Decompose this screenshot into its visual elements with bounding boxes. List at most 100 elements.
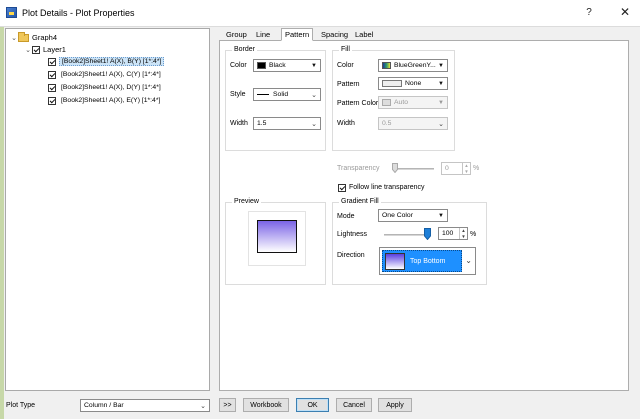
tree-plot-item[interactable]: [Book2]Sheet1! A(X), C(Y) [1*:4*] <box>48 69 163 80</box>
fill-color-dropdown[interactable]: BlueGreenY... ▼ <box>378 59 448 72</box>
tree-plot-item[interactable]: [Book2]Sheet1! A(X), B(Y) [1*:4*] <box>48 56 165 67</box>
border-width-value: 1.5 <box>257 120 267 127</box>
border-color-label: Color <box>230 62 247 69</box>
lightness-spinbox[interactable]: 100 ▲ ▼ <box>438 227 468 240</box>
fill-width-label: Width <box>337 120 355 127</box>
direction-label: Direction <box>337 252 365 259</box>
transparency-spinbox[interactable]: 0 ▲ ▼ <box>441 162 471 175</box>
apply-button[interactable]: Apply <box>378 398 412 412</box>
chevron-down-icon: ⌄ <box>311 121 317 128</box>
plot-item-label: [Book2]Sheet1! A(X), D(Y) [1*:4*] <box>61 84 161 91</box>
lightness-unit: % <box>470 231 477 238</box>
border-group-title: Border <box>232 46 258 53</box>
transparency-slider-thumb[interactable] <box>392 163 398 173</box>
title-bar: Plot Details - Plot Properties ? ✕ <box>0 0 640 27</box>
spin-arrows-icon[interactable]: ▲ ▼ <box>462 163 470 174</box>
plot-checkbox[interactable] <box>48 70 56 79</box>
expand-chevron-icon[interactable]: ⌄ <box>10 34 18 42</box>
fill-width-dropdown[interactable]: 0.5 ⌄ <box>378 117 448 130</box>
chevron-down-icon: ⌄ <box>200 403 206 410</box>
direction-dropdown[interactable]: Top Bottom ⌄ <box>379 247 476 275</box>
gradient-fill-title: Gradient Fill <box>339 198 381 205</box>
direction-selected-item: Top Bottom <box>382 250 462 272</box>
border-style-value: Solid <box>273 91 289 98</box>
transparency-slider[interactable] <box>392 168 434 170</box>
folder-icon <box>18 31 29 42</box>
color-swatch-icon <box>382 99 391 106</box>
fill-pattern-value: None <box>405 80 422 87</box>
pattern-color-dropdown[interactable]: Auto ▼ <box>378 96 448 109</box>
layer-checkbox[interactable] <box>32 45 40 54</box>
chevron-down-icon: ⌄ <box>465 256 472 265</box>
app-icon <box>6 7 17 18</box>
plot-item-label: [Book2]Sheet1! A(X), C(Y) [1*:4*] <box>61 71 161 78</box>
border-color-value: Black <box>269 62 286 69</box>
dropdown-arrow-icon: ▼ <box>438 81 444 87</box>
collapse-button[interactable]: >> <box>219 398 236 412</box>
chevron-down-icon: ⌄ <box>438 121 444 128</box>
border-style-label: Style <box>230 91 246 98</box>
help-button[interactable]: ? <box>583 7 595 18</box>
plot-item-label: [Book2]Sheet1! A(X), E(Y) [1*:4*] <box>61 97 161 104</box>
pattern-color-value: Auto <box>394 99 408 106</box>
tree-node-graph[interactable]: ⌄ Graph4 <box>10 31 58 43</box>
plot-tree[interactable]: ⌄ Graph4 ⌄ Layer1 [Book2]Sheet1! A(X), B… <box>5 28 210 391</box>
fill-pattern-label: Pattern <box>337 81 360 88</box>
follow-transparency-checkbox[interactable] <box>338 183 346 192</box>
lightness-label: Lightness <box>337 231 367 238</box>
plot-item-label: [Book2]Sheet1! A(X), B(Y) [1*:4*] <box>59 57 165 66</box>
colormap-swatch-icon <box>382 62 391 69</box>
pattern-swatch-icon <box>382 80 402 87</box>
tree-plot-item[interactable]: [Book2]Sheet1! A(X), D(Y) [1*:4*] <box>48 82 163 93</box>
cancel-button[interactable]: Cancel <box>336 398 372 412</box>
tree-plot-item[interactable]: [Book2]Sheet1! A(X), E(Y) [1*:4*] <box>48 95 162 106</box>
window-title: Plot Details - Plot Properties <box>22 8 135 18</box>
plot-checkbox[interactable] <box>48 57 56 66</box>
tab-pattern[interactable]: Pattern <box>281 28 314 41</box>
transparency-unit: % <box>473 165 480 172</box>
gradient-mode-label: Mode <box>337 213 355 220</box>
gradient-mode-value: One Color <box>382 212 413 219</box>
dropdown-arrow-icon: ▼ <box>311 63 317 69</box>
color-swatch-icon <box>257 62 266 69</box>
follow-transparency-label: Follow line transparency <box>349 184 425 191</box>
line-style-sample <box>257 94 269 95</box>
dropdown-arrow-icon: ▼ <box>438 63 444 69</box>
dropdown-arrow-icon: ▼ <box>438 100 444 106</box>
plot-type-dropdown[interactable]: Column / Bar ⌄ <box>80 399 210 412</box>
expand-chevron-icon[interactable]: ⌄ <box>24 46 32 54</box>
border-width-label: Width <box>230 120 248 127</box>
plot-type-label: Plot Type <box>6 402 36 409</box>
transparency-value: 0 <box>445 165 449 172</box>
tree-graph-label: Graph4 <box>32 33 58 42</box>
background-window-edge <box>0 27 4 419</box>
tree-node-layer[interactable]: ⌄ Layer1 <box>24 44 66 55</box>
ok-button[interactable]: OK <box>296 398 329 412</box>
preview-area <box>248 211 306 266</box>
plot-checkbox[interactable] <box>48 96 56 105</box>
spin-arrows-icon[interactable]: ▲ ▼ <box>459 228 467 239</box>
fill-color-label: Color <box>337 62 354 69</box>
border-color-dropdown[interactable]: Black ▼ <box>253 59 321 72</box>
tree-layer-label: Layer1 <box>43 45 66 54</box>
workbook-button[interactable]: Workbook <box>243 398 289 412</box>
transparency-label: Transparency <box>337 165 380 172</box>
fill-color-value: BlueGreenY... <box>394 62 436 69</box>
plot-type-value: Column / Bar <box>84 402 124 409</box>
gradient-direction-swatch <box>385 253 405 270</box>
preview-group-title: Preview <box>232 198 261 205</box>
pattern-color-label: Pattern Color <box>337 100 379 107</box>
plot-checkbox[interactable] <box>48 83 56 92</box>
border-style-dropdown[interactable]: Solid ⌄ <box>253 88 321 101</box>
fill-group-title: Fill <box>339 46 352 53</box>
chevron-down-icon: ⌄ <box>311 92 317 99</box>
close-button[interactable]: ✕ <box>619 5 631 19</box>
lightness-slider-thumb[interactable] <box>424 228 431 240</box>
direction-value: Top Bottom <box>410 258 446 265</box>
border-width-dropdown[interactable]: 1.5 ⌄ <box>253 117 321 130</box>
gradient-mode-dropdown[interactable]: One Color ▼ <box>378 209 448 222</box>
fill-pattern-dropdown[interactable]: None ▼ <box>378 77 448 90</box>
dropdown-arrow-icon: ▼ <box>438 213 444 219</box>
preview-fill-swatch <box>257 220 297 253</box>
follow-line-transparency[interactable]: Follow line transparency <box>338 182 424 193</box>
